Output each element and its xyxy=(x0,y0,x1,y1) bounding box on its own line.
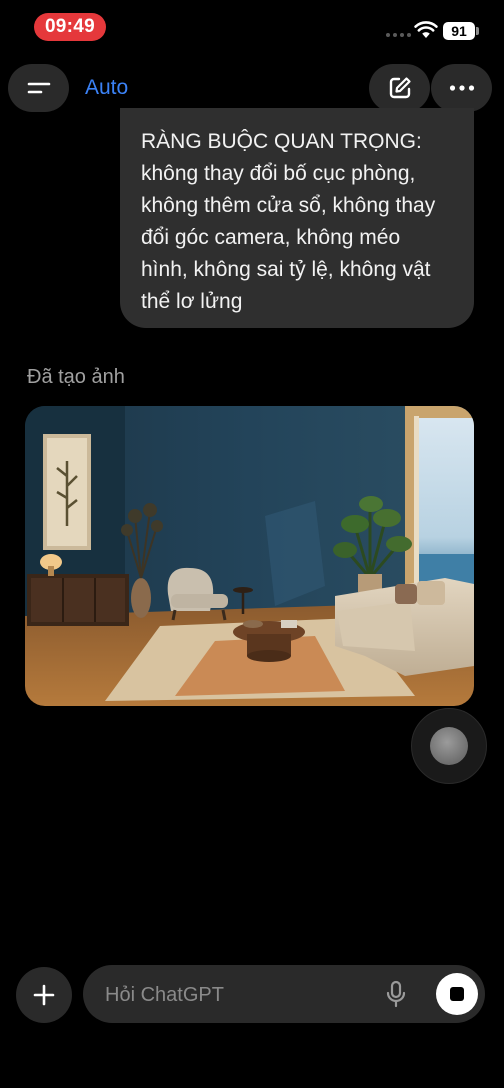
chat-screen: 09:49 91 Auto RÀNG BUỘC QUAN TRỌNG: khôn… xyxy=(0,0,504,1088)
battery-tip xyxy=(476,27,479,35)
image-generated-label: Đã tạo ảnh xyxy=(27,366,125,388)
scroll-to-bottom-button[interactable] xyxy=(411,708,487,784)
microphone-icon xyxy=(386,980,406,1008)
new-chat-button[interactable] xyxy=(369,64,430,112)
more-horizontal-icon xyxy=(449,85,474,91)
cellular-signal-icon xyxy=(386,33,411,37)
add-attachment-button[interactable] xyxy=(16,967,72,1023)
battery-indicator: 91 xyxy=(443,22,475,40)
sidebar-menu-button[interactable] xyxy=(8,64,69,112)
stop-generating-button[interactable] xyxy=(436,973,478,1015)
status-bar: 09:49 91 xyxy=(0,0,504,56)
edit-icon xyxy=(389,77,411,99)
user-message-bubble: RÀNG BUỘC QUAN TRỌNG: không thay đổi bố … xyxy=(120,108,474,328)
wifi-icon xyxy=(414,21,438,38)
message-input[interactable] xyxy=(103,965,377,1025)
status-time: 09:49 xyxy=(34,13,106,41)
menu-lines-icon xyxy=(27,82,50,94)
scroll-indicator-icon xyxy=(430,727,468,765)
more-options-button[interactable] xyxy=(431,64,492,112)
user-message-line: không thêm cửa sổ, không thay xyxy=(141,194,436,217)
generated-image[interactable] xyxy=(25,406,474,706)
voice-input-button[interactable] xyxy=(381,978,411,1010)
user-message-line: đổi góc camera, không méo xyxy=(141,226,401,249)
living-room-image xyxy=(25,406,474,706)
plus-icon xyxy=(33,984,55,1006)
user-message-line: thể lơ lửng xyxy=(141,290,243,313)
model-selector[interactable]: Auto xyxy=(85,76,128,100)
composer-bar xyxy=(83,965,485,1025)
user-message-line: không thay đổi bố cục phòng, xyxy=(141,162,416,185)
stop-icon xyxy=(450,987,464,1001)
user-message-line: RÀNG BUỘC QUAN TRỌNG: xyxy=(141,130,422,153)
user-message-line: hình, không sai tỷ lệ, không vật xyxy=(141,258,431,281)
